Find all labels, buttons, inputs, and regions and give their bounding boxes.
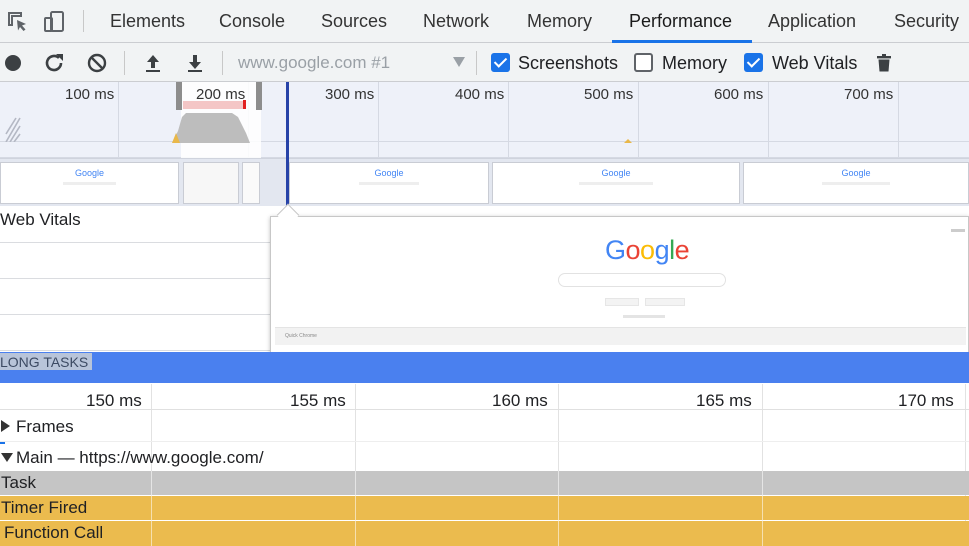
flame-gridline [151,471,152,546]
toolbar-separator [222,51,223,75]
memory-checkbox[interactable] [634,53,653,72]
cpu-activity-graph [172,113,250,143]
preview-search-button [605,298,639,306]
screenshot-preview-popover: Google Quick Chrome [270,216,969,354]
upload-icon[interactable] [141,51,165,75]
reload-icon[interactable] [43,51,67,75]
frames-track-label[interactable]: Frames [16,417,74,437]
thumbnail-logo: Google [74,168,105,178]
ruler-tick: 170 ms [898,391,954,410]
web-vitals-checkbox[interactable] [744,53,763,72]
download-icon[interactable] [183,51,207,75]
tab-elements[interactable]: Elements [110,11,185,32]
overview-tick: 100 ms [65,86,115,103]
main-thread-track-label[interactable]: Main — https://www.google.com/ [16,448,264,468]
preview-search-box [558,273,726,287]
preview-top-links [951,229,965,232]
thumbnail-logo: Google [374,168,404,178]
tab-sources[interactable]: Sources [321,11,387,32]
ruler-tick: 165 ms [696,391,752,410]
timeline-ruler: 150 ms 155 ms 160 ms 165 ms 170 ms [0,384,969,410]
main-collapse-icon[interactable] [1,453,13,462]
screenshots-label[interactable]: Screenshots [518,53,618,74]
screenshot-thumbnail[interactable]: Google [743,162,969,204]
google-logo: Google [605,235,690,265]
selection-range-bar [183,101,245,109]
overview-tick: 600 ms [714,86,764,103]
ruler-tick: 155 ms [290,391,346,410]
tab-application[interactable]: Application [768,11,856,32]
flame-gridline [355,471,356,546]
activity-blip [624,139,632,143]
vitals-row-divider [0,314,272,315]
tab-bar-separator [83,10,84,32]
selection-left-handle[interactable] [176,82,182,110]
tab-performance[interactable]: Performance [629,11,732,32]
overview-tick: 500 ms [584,86,634,103]
profile-select[interactable]: www.google.com #1 [238,53,390,73]
flame-gridline [762,471,763,546]
screenshot-thumbnail[interactable]: Google [289,162,489,204]
screenshot-filmstrip[interactable]: Google Google Google Google [0,158,969,206]
flame-task[interactable]: Task [0,471,969,495]
toolbar-separator [476,51,477,75]
ruler-tick: 150 ms [86,391,142,410]
thumbnail-logo: Google [601,168,631,178]
flame-function-call[interactable]: Function Call [0,521,969,546]
vitals-row-divider [0,242,272,243]
flame-gridline [558,471,559,546]
overview-hline [0,141,969,142]
preview-language-line [623,315,665,318]
web-vitals-track-label: Web Vitals [0,210,81,229]
selection-range-end-marker [243,100,246,109]
vitals-row-divider [0,350,272,351]
screenshot-thumbnail[interactable] [242,162,260,204]
preview-lucky-button [645,298,685,306]
tab-console[interactable]: Console [219,11,285,32]
tab-network[interactable]: Network [423,11,489,32]
overview-tick: 400 ms [455,86,505,103]
memory-label[interactable]: Memory [662,53,727,74]
screenshot-thumbnail[interactable]: Google [0,162,179,204]
overview-tick: 700 ms [844,86,894,103]
devtools-tab-bar: Elements Console Sources Network Memory … [0,0,969,43]
selection-right-handle[interactable] [256,82,262,110]
flame-timer-fired[interactable]: Timer Fired [0,496,969,520]
tab-memory[interactable]: Memory [527,11,592,32]
screenshot-thumbnail[interactable] [183,162,239,204]
trash-icon[interactable] [872,51,896,75]
screenshot-thumbnail[interactable]: Google [492,162,740,204]
screenshots-checkbox[interactable] [491,53,510,72]
long-tasks-label: LONG TASKS [0,353,93,370]
toolbar-separator [124,51,125,75]
web-vitals-label[interactable]: Web Vitals [772,53,857,74]
preview-footer-text: Quick Chrome [285,333,317,339]
chevron-down-icon[interactable] [453,57,465,67]
long-tasks-track[interactable] [0,352,969,383]
inspect-element-icon[interactable] [5,9,31,35]
performance-toolbar: www.google.com #1 Screenshots Memory Web… [0,43,969,82]
record-icon[interactable] [2,51,26,75]
frames-expand-icon[interactable] [1,420,10,432]
tab-security[interactable]: Security [894,11,959,32]
track-divider [0,441,969,442]
device-toolbar-icon[interactable] [42,9,68,35]
thumbnail-logo: Google [841,168,871,178]
preview-footer: Quick Chrome [275,327,966,345]
timeline-cursor[interactable] [286,82,289,212]
ruler-tick: 160 ms [492,391,548,410]
hatched-region [5,117,21,142]
vitals-row-divider [0,278,272,279]
clear-icon[interactable] [85,51,109,75]
overview-tick: 300 ms [325,86,375,103]
